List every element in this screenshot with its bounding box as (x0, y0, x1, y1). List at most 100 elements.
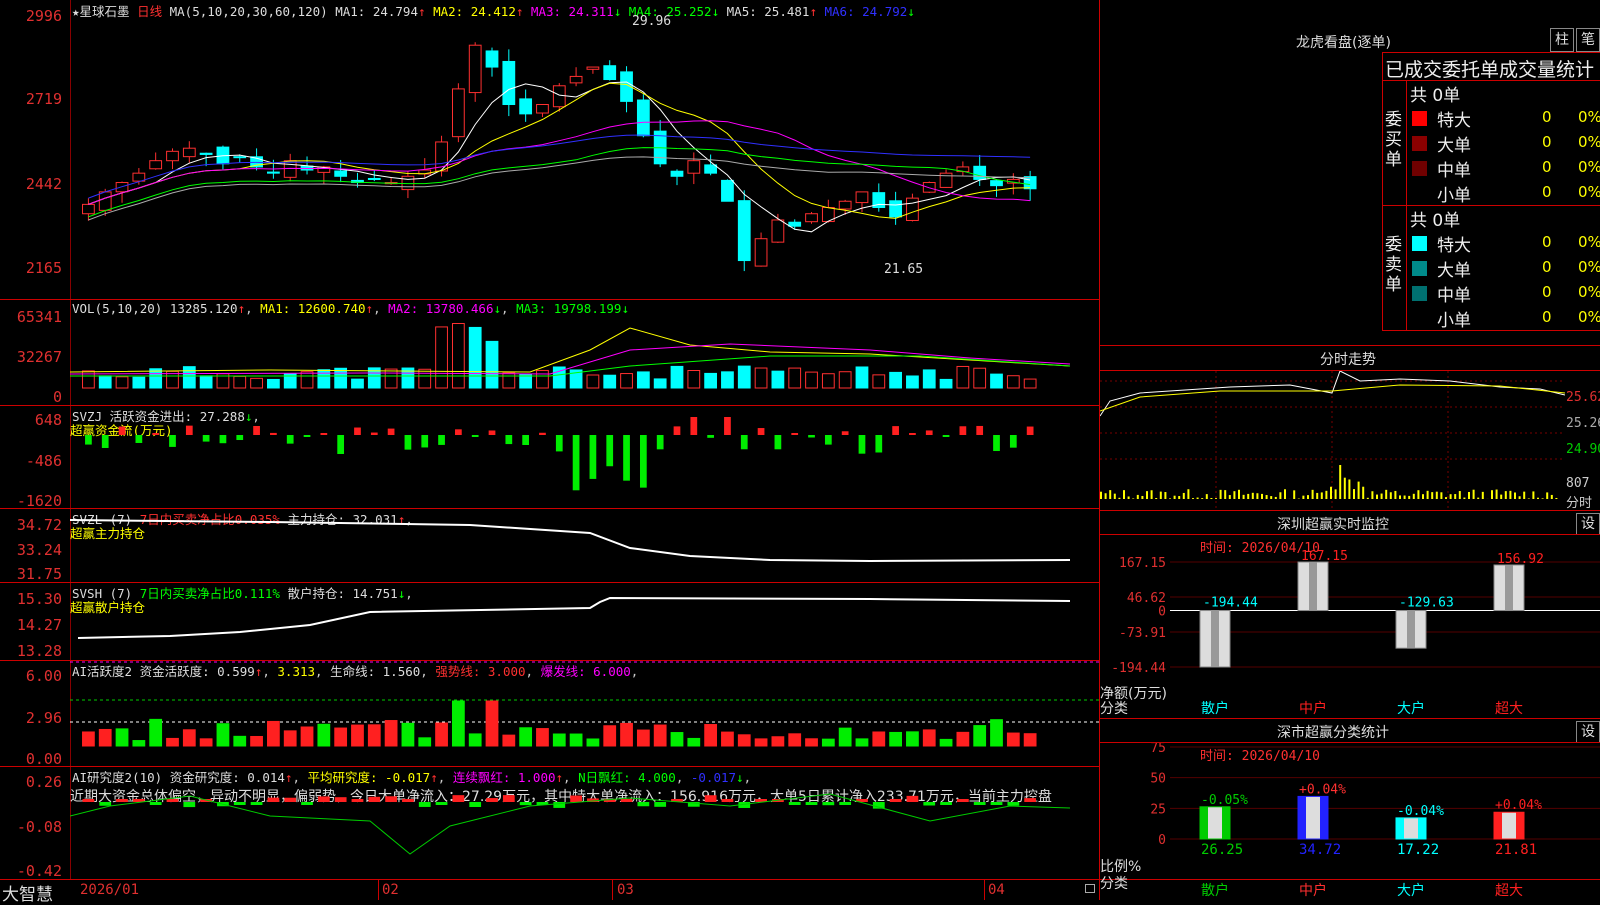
activity-bar (621, 723, 633, 746)
candle (1024, 177, 1036, 189)
flow-bar (455, 429, 462, 435)
svzl-tick: 34.72 (17, 516, 62, 534)
volume-bar (789, 368, 801, 388)
research-bar (268, 798, 280, 802)
research-bar (183, 802, 195, 807)
activity-bar (688, 738, 700, 746)
activity-bar (150, 719, 162, 746)
fenshi-vol-bar (1164, 492, 1166, 499)
activity-bar (116, 729, 128, 746)
ai2-tick: 0.26 (26, 773, 62, 791)
stats-bar-chart[interactable]: 7550250-0.05%26.25散户+0.04%34.72中户-0.04%1… (1100, 743, 1600, 900)
fenshi-vol-bar (1261, 494, 1263, 499)
fenshi-vol-bar (1358, 482, 1360, 499)
activity-bar (83, 732, 95, 746)
activity-bar (537, 729, 549, 746)
candlestick-chart[interactable] (70, 14, 1099, 298)
monitor-bar-shade (1407, 611, 1415, 649)
stats-category: 散户 (1201, 882, 1229, 899)
fenshi-vol-bar (1321, 492, 1323, 499)
research-bar (99, 802, 111, 806)
ai1-tick: 6.00 (26, 667, 62, 685)
flow-bar (875, 435, 882, 452)
flow-bar (707, 435, 714, 438)
fenshi-vol-bar (1224, 490, 1226, 499)
fenshi-vol-bar (1385, 490, 1387, 499)
fenshi-vol-bar (1459, 491, 1461, 499)
fenshi-vol-bar (1220, 490, 1222, 499)
activity-bar (234, 736, 246, 746)
monitor-bar-chart[interactable]: 167.1546.620-73.91-194.44-194.44散户167.15… (1100, 535, 1600, 717)
flow-bar (287, 435, 294, 444)
fenshi-vol-bar (1109, 490, 1111, 499)
candle (268, 172, 280, 173)
ai-research-chart[interactable] (70, 766, 1099, 879)
svzl-chart[interactable] (70, 508, 1099, 582)
stats-category: 大户 (1397, 882, 1425, 899)
tick-mode-button[interactable]: 笔 (1576, 28, 1600, 52)
fenshi-vol-bar (1279, 492, 1281, 499)
volume-bar (335, 368, 347, 388)
fenshi-vol-bar (1118, 498, 1120, 499)
stats-value-label: 21.81 (1495, 842, 1537, 858)
fenshi-tick: 25.26 (1566, 416, 1600, 431)
research-bar (150, 802, 162, 805)
research-bar (503, 795, 515, 802)
fenshi-vol-bar (1427, 491, 1429, 499)
flow-bar (573, 435, 580, 490)
stats-title: 深市超赢分类统计 (1277, 722, 1389, 742)
fenshi-vol-bar (1312, 490, 1314, 499)
research-bar (234, 802, 246, 805)
intraday-chart[interactable] (1100, 371, 1565, 509)
lock-icon[interactable] (1085, 884, 1095, 893)
monitor-xlabel: 分类 (1100, 698, 1128, 718)
stats-category: 中户 (1299, 882, 1327, 899)
fenshi-vol-bar (1519, 496, 1521, 499)
flow-bar (859, 435, 866, 454)
bar-mode-button[interactable]: 柱 (1550, 28, 1574, 52)
activity-bar (839, 728, 851, 746)
fenshi-vol-bar (1151, 490, 1153, 499)
vol-tick: 32267 (17, 348, 62, 366)
stats-change-label: -0.05% (1201, 793, 1248, 808)
research-bar (469, 802, 481, 807)
stats-change-label: +0.04% (1299, 782, 1346, 797)
x-axis-label: 02 (382, 882, 399, 898)
sell-row-pct: 0% (1578, 308, 1600, 326)
sell-row-name: 大单 (1437, 256, 1471, 281)
fenshi-vol-bar (1266, 495, 1268, 499)
volume-bar (604, 375, 616, 388)
fenshi-title: 分时走势 (1320, 349, 1376, 369)
volume-bar (99, 376, 111, 388)
candle (705, 165, 717, 173)
candle (907, 198, 919, 220)
svsh-chart[interactable] (70, 582, 1099, 660)
ai-activity-chart[interactable] (70, 660, 1099, 766)
volume-bar (654, 379, 666, 388)
fenshi-vol-bar (1555, 498, 1557, 499)
flow-bar (791, 433, 798, 435)
research-bar (301, 802, 313, 805)
flow-bar (119, 426, 126, 435)
fenshi-vol-bar (1238, 490, 1240, 499)
activity-bar (452, 701, 464, 746)
research-bar (806, 802, 818, 805)
flow-bar (337, 435, 344, 454)
svzj-chart[interactable] (70, 405, 1099, 508)
volume-bar (637, 372, 649, 388)
activity-bar (99, 729, 111, 746)
buy-swatch (1412, 136, 1427, 151)
stats-settings-button[interactable]: 设 (1576, 721, 1600, 743)
app-logo[interactable]: 大智慧 (2, 880, 53, 905)
ma-line (88, 135, 1030, 198)
monitor-category: 中户 (1299, 700, 1327, 717)
fenshi-vol-bar (1229, 495, 1231, 499)
activity-bar (923, 730, 935, 746)
candle (671, 171, 683, 176)
monitor-settings-button[interactable]: 设 (1576, 513, 1600, 535)
research-bar (352, 799, 364, 802)
fenshi-vol-bar (1514, 492, 1516, 499)
fenshi-vol-bar (1335, 489, 1337, 499)
volume-chart[interactable] (70, 300, 1099, 405)
svzj-tick: -486 (26, 452, 62, 470)
